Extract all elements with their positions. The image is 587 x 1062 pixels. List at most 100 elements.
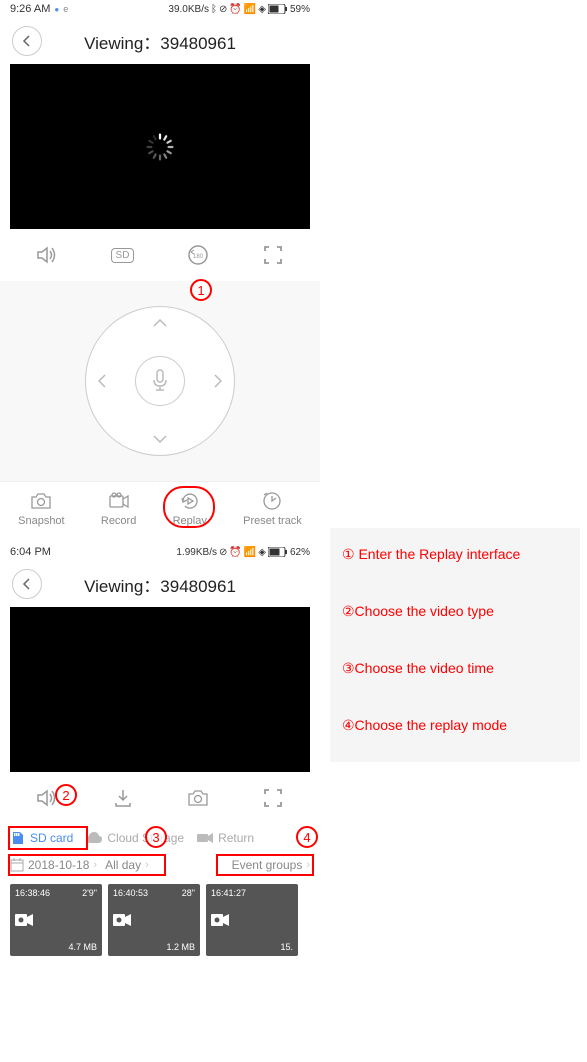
snapshot-button[interactable]: [178, 784, 218, 812]
volume-button[interactable]: [28, 241, 68, 269]
clip-item[interactable]: 16:41:27 15.: [206, 884, 298, 956]
status-e: e: [63, 4, 68, 14]
ptz-control-area: 1: [0, 281, 320, 481]
clip-duration: 28": [182, 888, 195, 898]
sd-button[interactable]: SD: [103, 241, 143, 269]
clip-time: 16:40:53: [113, 888, 148, 898]
tab-label: Snapshot: [18, 515, 64, 527]
status-time: 9:26 AM: [10, 3, 50, 15]
fullscreen-button[interactable]: [253, 241, 293, 269]
instruction-1: ① Enter the Replay interface: [342, 546, 568, 563]
clip-time: 16:41:27: [211, 888, 246, 898]
battery-icon: [268, 4, 288, 14]
mic-button[interactable]: [135, 356, 185, 406]
replay-icon: [179, 490, 201, 512]
ptz-down-icon[interactable]: [153, 435, 167, 443]
clip-item[interactable]: 16:40:53 28" 1.2 MB: [108, 884, 200, 956]
chevron-right-icon: ›: [306, 859, 310, 871]
sdcard-tab[interactable]: SD card: [10, 830, 73, 846]
alarm-icon: ⏰: [229, 547, 241, 558]
time-range-picker[interactable]: All day ›: [105, 858, 149, 872]
ptz-up-icon[interactable]: [153, 319, 167, 327]
wifi-icon: ◈: [258, 4, 266, 15]
ptz-left-icon[interactable]: [98, 374, 106, 388]
status-dot: ●: [54, 5, 59, 14]
event-label: Event groups: [232, 858, 303, 872]
event-groups-picker[interactable]: Event groups ›: [232, 858, 310, 872]
tab-snapshot[interactable]: Snapshot: [18, 490, 64, 527]
video-icon: [15, 914, 97, 926]
battery-pct: 59%: [290, 4, 310, 15]
video-controls: SD 180: [0, 229, 320, 281]
date-picker[interactable]: 2018-10-18 ›: [10, 858, 97, 872]
clips-list: 16:38:462'9" 4.7 MB 16:40:53 28" 1.2 MB 1…: [0, 878, 320, 962]
ptz-right-icon[interactable]: [214, 374, 222, 388]
instruction-2: ②Choose the video type: [342, 603, 568, 620]
cloud-tab[interactable]: Cloud Storage: [85, 831, 184, 845]
chevron-right-icon: ›: [93, 859, 97, 871]
record-icon: [108, 490, 130, 512]
battery-pct: 62%: [290, 547, 310, 558]
status-bar: 9:26 AM ● e 39.0KB/s ᛒ ⊘ ⏰ 📶 ◈ 59%: [0, 0, 320, 18]
status-speed: 39.0KB/s: [168, 4, 209, 15]
svg-text:180: 180: [192, 254, 203, 260]
date-filter-row: 2018-10-18 › All day › Event groups ›: [0, 852, 320, 878]
clip-duration: 2'9": [82, 888, 97, 898]
tab-label: Record: [101, 515, 136, 527]
cloud-icon: [85, 831, 103, 845]
date-value: 2018-10-18: [28, 858, 89, 872]
loading-spinner: [145, 132, 175, 162]
video-player[interactable]: [10, 607, 310, 772]
header: Viewing：39480961: [0, 561, 320, 607]
clip-size: 1.2 MB: [113, 942, 195, 952]
video-player[interactable]: [10, 64, 310, 229]
clip-size: 4.7 MB: [15, 942, 97, 952]
page-title: Viewing：39480961: [12, 29, 308, 54]
chevron-right-icon: ›: [145, 859, 149, 871]
bluetooth-icon: ᛒ: [211, 4, 217, 15]
video-icon: [113, 914, 195, 926]
camera-icon: [30, 490, 52, 512]
signal-icon: 📶: [244, 547, 256, 558]
return-tab[interactable]: Return: [196, 831, 254, 845]
allday-label: All day: [105, 858, 141, 872]
instruction-4: ④Choose the replay mode: [342, 717, 568, 734]
screen-replay-view: 6:04 PM 1.99KB/s ⊘ ⏰ 📶 ◈ 62% Viewing：394…: [0, 543, 320, 1062]
calendar-icon: [10, 858, 24, 872]
dnd-icon: ⊘: [219, 4, 227, 15]
tab-label: Replay: [173, 515, 207, 527]
battery-icon: [268, 547, 288, 557]
status-speed: 1.99KB/s: [176, 547, 217, 558]
clip-size: 15.: [211, 942, 293, 952]
return-label: Return: [218, 831, 254, 845]
sdcard-label: SD card: [30, 831, 73, 845]
flip-button[interactable]: 180: [178, 241, 218, 269]
video-controls: 2: [0, 772, 320, 824]
annotation-badge-4: 4: [296, 826, 318, 848]
signal-icon: 📶: [244, 4, 256, 15]
tab-record[interactable]: Record: [101, 490, 136, 527]
tab-preset-track[interactable]: Preset track: [243, 490, 302, 527]
preset-icon: [261, 490, 283, 512]
return-icon: [196, 832, 214, 844]
dnd-icon: ⊘: [219, 547, 227, 558]
download-button[interactable]: [103, 784, 143, 812]
instructions-panel: ① Enter the Replay interface ②Choose the…: [330, 528, 580, 762]
tab-label: Preset track: [243, 515, 302, 527]
alarm-icon: ⏰: [229, 4, 241, 15]
tab-replay[interactable]: Replay: [173, 490, 207, 527]
header: Viewing：39480961: [0, 18, 320, 64]
status-time: 6:04 PM: [10, 546, 51, 558]
clip-item[interactable]: 16:38:462'9" 4.7 MB: [10, 884, 102, 956]
bottom-tabs: Snapshot Record Replay Preset track: [0, 481, 320, 539]
page-title: Viewing：39480961: [12, 572, 308, 597]
ptz-dpad[interactable]: [85, 306, 235, 456]
instruction-3: ③Choose the video time: [342, 660, 568, 677]
screen-live-view: 9:26 AM ● e 39.0KB/s ᛒ ⊘ ⏰ 📶 ◈ 59% Viewi…: [0, 0, 320, 539]
video-icon: [211, 914, 293, 926]
storage-tabs: SD card Cloud Storage Return 3 4: [0, 824, 320, 852]
annotation-badge-3: 3: [145, 826, 167, 848]
status-bar: 6:04 PM 1.99KB/s ⊘ ⏰ 📶 ◈ 62%: [0, 543, 320, 561]
fullscreen-button[interactable]: [253, 784, 293, 812]
wifi-icon: ◈: [258, 547, 266, 558]
